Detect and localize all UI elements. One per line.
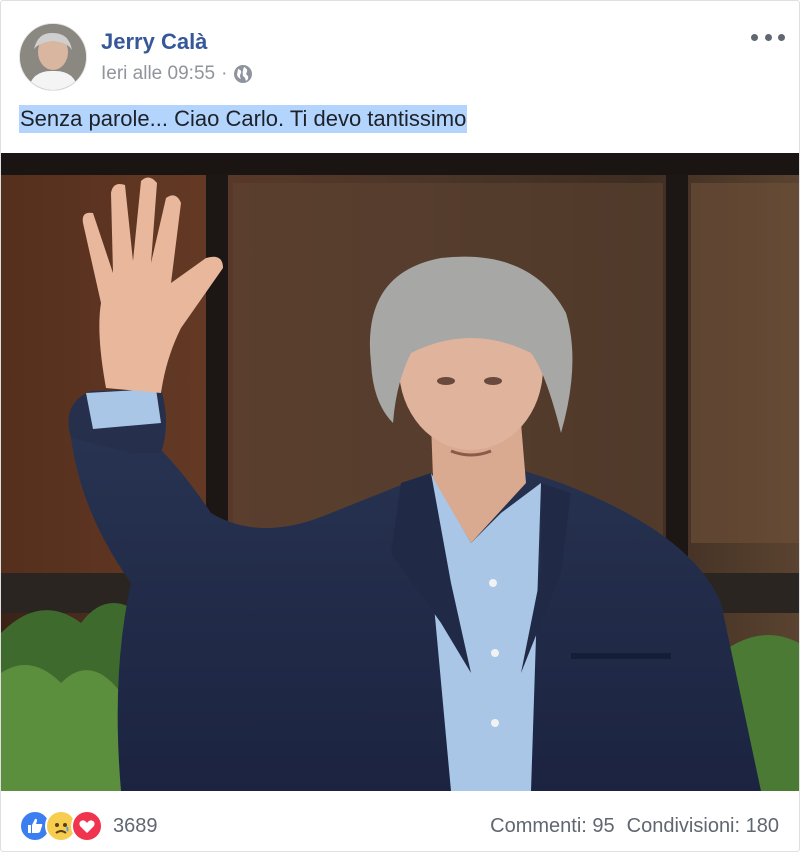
more-dot-icon	[751, 33, 758, 41]
more-dot-icon	[778, 33, 785, 41]
globe-icon[interactable]	[233, 64, 253, 84]
author-name[interactable]: Jerry Calà	[101, 29, 207, 55]
more-options-button[interactable]	[751, 27, 785, 47]
love-icon	[71, 810, 103, 842]
engagement-stats: Commenti: 95 Condivisioni: 180	[490, 813, 779, 839]
comments-count-link[interactable]: Commenti: 95	[490, 813, 615, 839]
post-header: Jerry Calà Ieri alle 09:55 ·	[19, 23, 785, 93]
post-caption: Senza parole... Ciao Carlo. Ti devo tant…	[19, 105, 468, 133]
post-meta: Ieri alle 09:55 ·	[101, 62, 253, 86]
post-timestamp[interactable]: Ieri alle 09:55	[101, 62, 215, 86]
post-footer: 3689 Commenti: 95 Condivisioni: 180	[19, 809, 781, 843]
reaction-count[interactable]: 3689	[113, 811, 158, 841]
post-photo[interactable]	[1, 153, 799, 791]
author-avatar[interactable]	[19, 23, 87, 91]
reactions-summary[interactable]: 3689	[19, 810, 158, 842]
facebook-post-card: Jerry Calà Ieri alle 09:55 · Senza parol…	[0, 0, 800, 852]
shares-count-link[interactable]: Condivisioni: 180	[627, 813, 779, 839]
more-dot-icon	[764, 33, 772, 41]
meta-separator: ·	[221, 63, 228, 84]
